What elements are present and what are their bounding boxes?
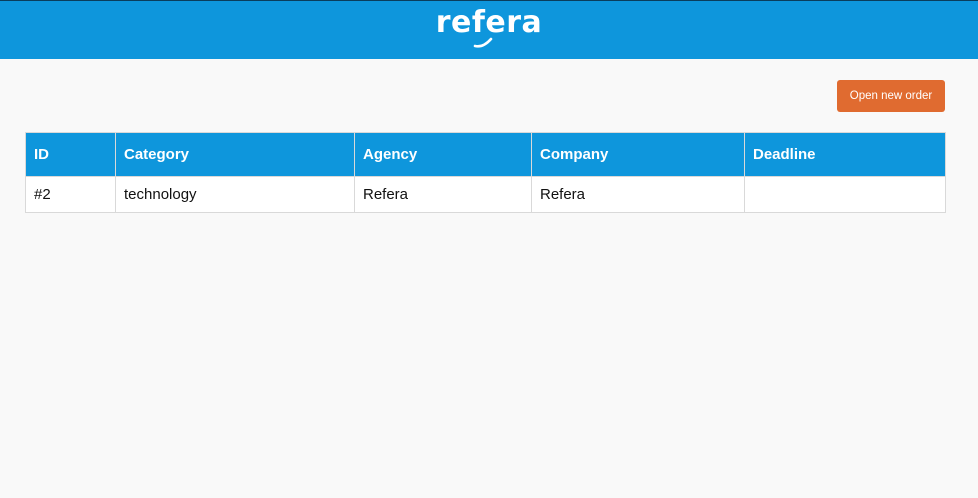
top-bar: refera: [0, 0, 978, 59]
cell-id: #2: [25, 176, 116, 213]
table-row[interactable]: #2 technology Refera Refera: [25, 176, 946, 213]
column-header-company[interactable]: Company: [531, 132, 745, 177]
cell-agency: Refera: [354, 176, 532, 213]
column-header-id[interactable]: ID: [25, 132, 116, 177]
column-header-deadline[interactable]: Deadline: [744, 132, 946, 177]
cell-company: Refera: [531, 176, 745, 213]
open-new-order-button[interactable]: Open new order: [837, 80, 945, 112]
logo-smile-icon: [473, 37, 493, 48]
cell-category: technology: [115, 176, 355, 213]
orders-table: ID Category Agency Company Deadline #2 t…: [25, 132, 946, 213]
column-header-category[interactable]: Category: [115, 132, 355, 177]
table-header-row: ID Category Agency Company Deadline: [25, 132, 946, 177]
column-header-agency[interactable]: Agency: [354, 132, 532, 177]
cell-deadline: [744, 176, 946, 213]
